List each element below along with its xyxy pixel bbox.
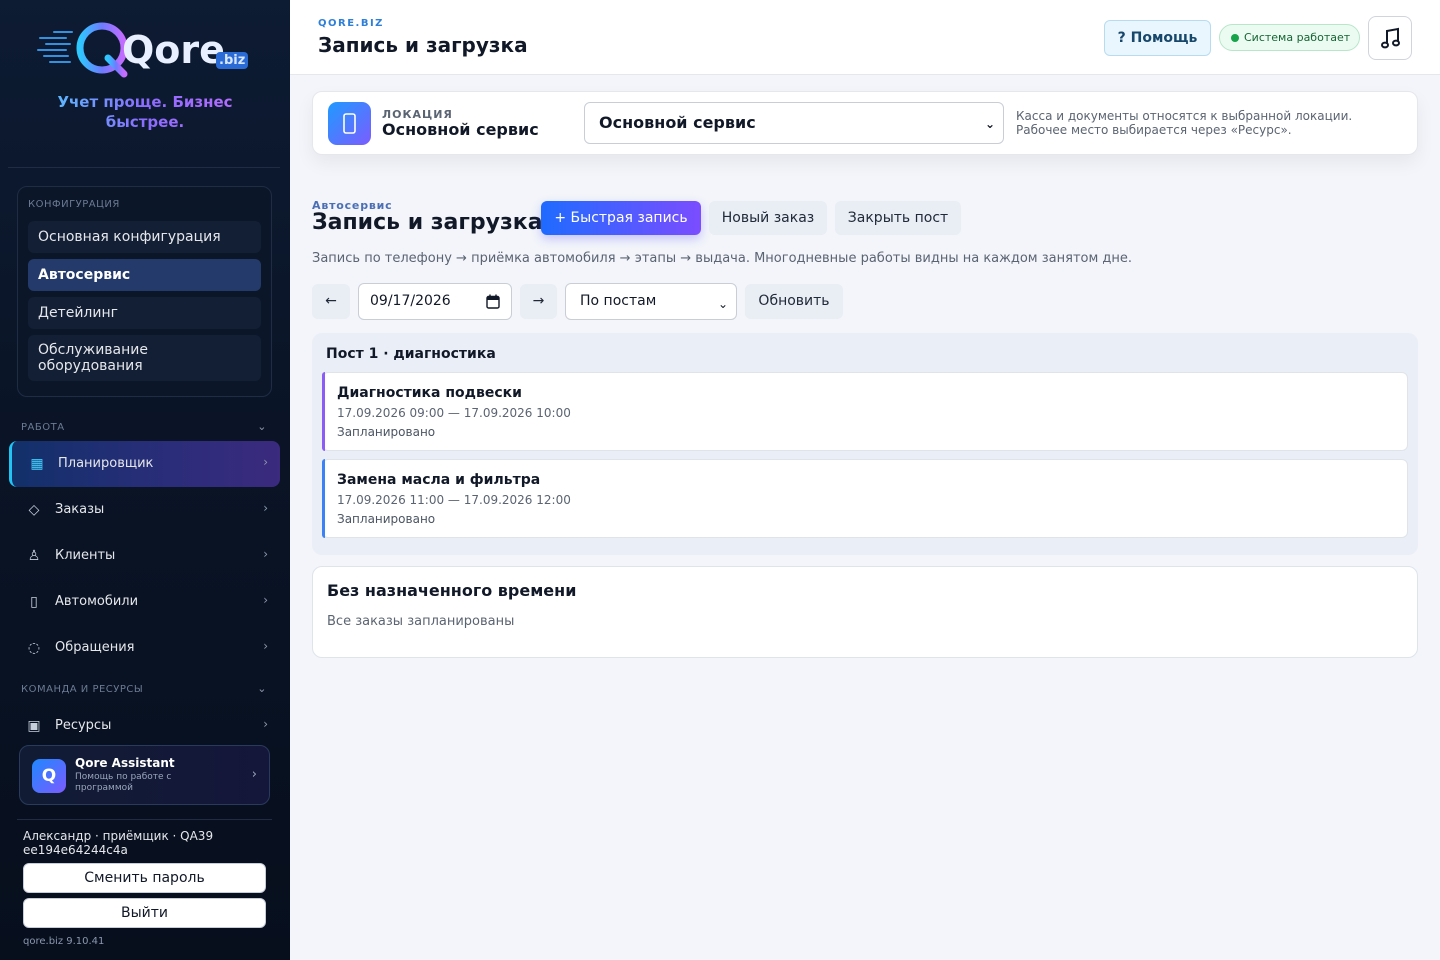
chevron-right-icon: › (263, 639, 268, 653)
tagline: Учет проще. Бизнес быстрее. (20, 92, 270, 132)
user-info: Александр · приёмщик · QA39 ee194e64244c… (23, 829, 214, 857)
location-select-value: Основной сервис (599, 113, 756, 132)
chevron-right-icon: › (263, 593, 268, 607)
brand-label: QORE.BIZ (318, 18, 384, 29)
location-select[interactable]: Основной сервис ⌄ (584, 102, 1004, 144)
chevron-down-icon: ⌄ (984, 117, 995, 131)
status-badge: Система работает (1219, 24, 1360, 51)
section-work-title: РАБОТА (21, 422, 65, 433)
assistant-title: Qore Assistant (75, 756, 175, 770)
assistant-subtitle: Помощь по работе с программой (75, 772, 172, 793)
config-item-detailing[interactable]: Детейлинг (28, 297, 261, 329)
qore-logo[interactable]: Qore .biz (36, 18, 256, 80)
divider (17, 819, 272, 820)
nav-item-orders[interactable]: ◇ Заказы › (9, 487, 280, 533)
location-name: Основной сервис (382, 120, 539, 139)
chevron-right-icon: › (263, 547, 268, 561)
chevron-right-icon: › (251, 767, 257, 782)
job-status-bar (322, 372, 325, 451)
new-order-button[interactable]: Новый заказ (709, 201, 827, 235)
view-mode-select[interactable]: По постам ⌄ (565, 283, 737, 320)
nav-item-requests[interactable]: ◌ Обращения › (9, 625, 280, 671)
nav-label: Заказы (55, 502, 105, 517)
help-button[interactable]: ? Помощь (1104, 20, 1211, 56)
job-name: Замена масла и фильтра (337, 472, 541, 488)
chevron-right-icon: › (263, 717, 268, 731)
section-team[interactable]: КОМАНДА И РЕСУРСЫ ⌄ (21, 682, 271, 695)
divider (8, 167, 280, 168)
version-label: qore.biz 9.10.41 (23, 936, 105, 947)
section-title: Запись и загрузка (312, 210, 543, 235)
top-header: QORE.BIZ Запись и загрузка ? Помощь Сист… (290, 0, 1440, 75)
logout-button[interactable]: Выйти (23, 898, 266, 928)
config-title: КОНФИГУРАЦИЯ (28, 199, 120, 210)
location-note: Касса и документы относятся к выбранной … (1016, 109, 1353, 137)
nav-label: Обращения (55, 640, 135, 655)
chevron-right-icon: › (263, 455, 268, 469)
music-note-icon (1381, 27, 1400, 49)
unscheduled-text: Все заказы запланированы (327, 614, 515, 629)
job-card[interactable]: Замена масла и фильтра 17.09.2026 11:00 … (322, 459, 1408, 538)
config-panel: КОНФИГУРАЦИЯ Основная конфигурация Автос… (17, 186, 272, 397)
next-day-button[interactable]: → (520, 284, 557, 319)
nav-label: Автомобили (55, 594, 139, 609)
location-card: ЛОКАЦИЯ Основной сервис Основной сервис … (312, 91, 1418, 155)
section-description: Запись по телефону → приёмка автомобиля … (312, 251, 1133, 266)
chevron-down-icon[interactable]: ⌄ (257, 682, 267, 695)
refresh-button[interactable]: Обновить (745, 284, 843, 319)
chevron-down-icon: ⌄ (717, 297, 728, 311)
diamond-icon: ◇ (28, 502, 40, 518)
post-title: Пост 1 · диагностика (326, 346, 496, 362)
job-card[interactable]: Диагностика подвески 17.09.2026 09:00 — … (322, 372, 1408, 451)
user-icon: ♙ (27, 548, 41, 564)
nav-label: Клиенты (55, 548, 116, 563)
logo-word: Qore (122, 28, 225, 72)
view-mode-value: По постам (580, 293, 657, 309)
assistant-logo-icon: Q (32, 759, 66, 793)
job-time: 17.09.2026 09:00 — 17.09.2026 10:00 (337, 406, 571, 420)
location-icon (328, 102, 371, 145)
calendar-icon[interactable] (486, 294, 500, 309)
unscheduled-panel: Без назначенного времени Все заказы запл… (312, 566, 1418, 658)
job-time: 17.09.2026 11:00 — 17.09.2026 12:00 (337, 493, 571, 507)
section-work[interactable]: РАБОТА ⌄ (21, 420, 271, 433)
assistant-card[interactable]: Q Qore Assistant Помощь по работе с прог… (19, 745, 270, 805)
nav-item-cars[interactable]: ▯ Автомобили › (9, 579, 280, 625)
chevron-down-icon[interactable]: ⌄ (257, 420, 267, 433)
logo-suffix: .biz (216, 52, 249, 69)
status-text: Система работает (1244, 31, 1351, 44)
nav-label: Планировщик (58, 456, 154, 471)
post-group: Пост 1 · диагностика Диагностика подвеск… (312, 333, 1418, 555)
config-item-autoservice[interactable]: Автосервис (28, 259, 261, 291)
nav-item-resources[interactable]: ▣ Ресурсы › (9, 703, 280, 749)
job-name: Диагностика подвески (337, 385, 522, 401)
date-input[interactable]: 09/17/2026 (358, 283, 512, 320)
music-button[interactable] (1368, 16, 1412, 60)
job-status: Запланировано (337, 512, 436, 526)
status-dot-icon (1231, 34, 1239, 42)
chat-icon: ◌ (27, 640, 41, 656)
nav-item-clients[interactable]: ♙ Клиенты › (9, 533, 280, 579)
prev-day-button[interactable]: ← (312, 284, 350, 319)
unscheduled-title: Без назначенного времени (327, 581, 577, 600)
change-password-button[interactable]: Сменить пароль (23, 863, 266, 893)
grid-icon: ▦ (30, 456, 44, 472)
job-status: Запланировано (337, 425, 436, 439)
config-item-equipment[interactable]: Обслуживание оборудования (28, 335, 261, 381)
chevron-right-icon: › (263, 501, 268, 515)
quick-booking-button[interactable]: + Быстрая запись (541, 201, 701, 235)
nav-item-planner[interactable]: ▦ Планировщик › (9, 441, 280, 487)
close-post-button[interactable]: Закрыть пост (835, 201, 961, 235)
job-status-bar (322, 459, 325, 538)
nav-label: Ресурсы (55, 718, 112, 733)
date-value: 09/17/2026 (370, 293, 451, 309)
sidebar: Qore .biz Учет проще. Бизнес быстрее. КО… (0, 0, 290, 960)
resource-icon: ▣ (27, 718, 41, 734)
section-team-title: КОМАНДА И РЕСУРСЫ (21, 684, 144, 695)
location-glyph (343, 113, 356, 134)
config-item-main[interactable]: Основная конфигурация (28, 221, 261, 253)
page-title: Запись и загрузка (318, 33, 528, 57)
car-icon: ▯ (30, 594, 38, 610)
